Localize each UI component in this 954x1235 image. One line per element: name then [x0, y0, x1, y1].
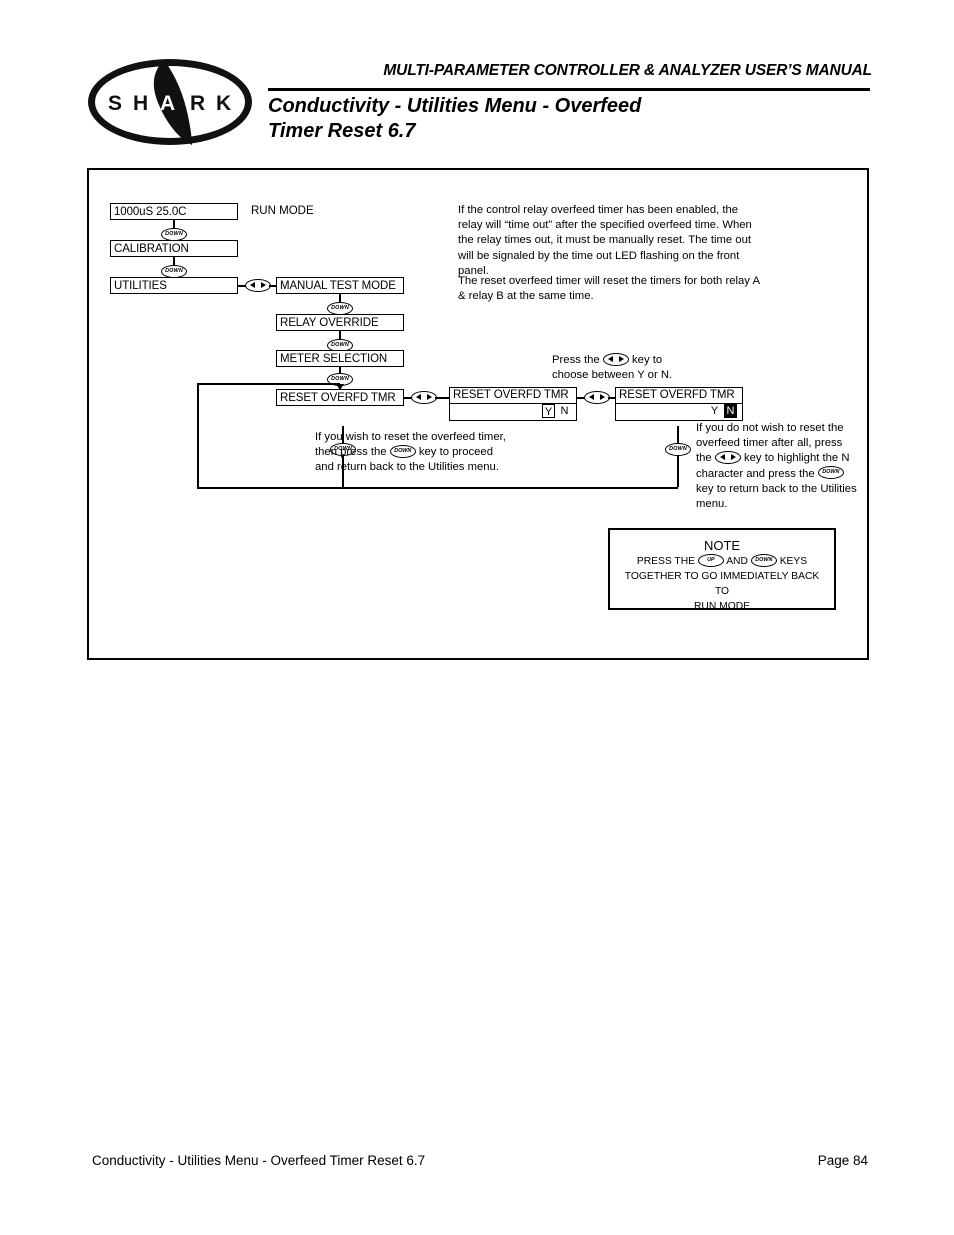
menu-box-calibration: CALIBRATION: [110, 240, 238, 257]
left-instruction-line1: If you wish to reset the overfeed timer,: [315, 431, 506, 443]
description-paragraph-1: If the control relay overfeed timer has …: [458, 204, 752, 277]
return-path-top-horizontal: [197, 383, 340, 385]
connector-lcd-right-down: [677, 426, 679, 487]
lcd-right-title: RESET OVERFD TMR: [616, 388, 742, 404]
page-title-line1: Conductivity - Utilities Menu - Overfeed: [268, 95, 642, 117]
menu-box-meter-selection: METER SELECTION: [276, 350, 404, 367]
right-instruction-line3-after: key to highlight the N: [744, 452, 850, 465]
logo-letter-h: H: [133, 92, 148, 115]
right-instruction-line2: overfeed timer after all, press: [696, 437, 843, 450]
left-instruction-line3: and return back to the Utilities menu.: [315, 461, 499, 474]
right-instruction-line4-before: character and press the: [696, 467, 815, 480]
up-key-icon-inline: UP: [697, 553, 724, 567]
logo-letter-r: R: [190, 92, 205, 115]
press-key-note-before: Press the: [552, 354, 600, 366]
down-key-icon-7: DOWN: [665, 443, 691, 456]
description-paragraph-2: The reset overfeed timer will reset the …: [458, 275, 760, 303]
left-instruction-line2-after: key to proceed: [418, 446, 493, 459]
right-instruction-line5: key to return back to the Utilities: [696, 482, 857, 495]
down-key-icon-inline-3: DOWN: [750, 553, 777, 567]
down-key-icon-inline-1: DOWN: [389, 444, 416, 458]
right-instruction-line3-before: the: [696, 452, 712, 465]
right-instruction: If you do not wish to reset the overfeed…: [696, 421, 862, 512]
note-line2: TOGETHER TO GO IMMEDIATELY BACK TO: [624, 571, 820, 597]
note-body: PRESS THE UP AND DOWN KEYS TOGETHER TO G…: [610, 553, 834, 614]
left-right-key-icon-inline-2: [714, 450, 741, 464]
manual-title: MULTI-PARAMETER CONTROLLER & ANALYZER US…: [383, 62, 872, 79]
left-right-key-icon-3: [584, 391, 610, 404]
logo-letter-s: S: [108, 92, 122, 115]
menu-box-manual-test-mode: MANUAL TEST MODE: [276, 277, 404, 294]
menu-box-relay-override: RELAY OVERRIDE: [276, 314, 404, 331]
note-line1-c: KEYS: [779, 556, 808, 567]
page-title: Conductivity - Utilities Menu - Overfeed…: [268, 94, 788, 144]
run-mode-label: RUN MODE: [251, 205, 314, 217]
connector-lcd-left-in: [435, 397, 449, 399]
return-path-left-vertical: [197, 383, 199, 488]
footer-page-number: Page 84: [817, 1153, 868, 1168]
right-instruction-line6: menu.: [696, 498, 728, 511]
logo-letter-k: K: [216, 92, 231, 115]
lcd-right-options: Y N: [616, 404, 742, 419]
return-path-bottom-horizontal: [197, 487, 678, 489]
lcd-right-option-n[interactable]: N: [724, 404, 737, 418]
lcd-left-option-y[interactable]: Y: [542, 404, 555, 418]
lcd-left-title: RESET OVERFD TMR: [450, 388, 576, 404]
note-title: NOTE: [703, 538, 741, 553]
footer-title: Conductivity - Utilities Menu - Overfeed…: [92, 1153, 426, 1168]
left-right-key-icon-1: [245, 279, 271, 292]
left-instruction: If you wish to reset the overfeed timer,…: [315, 430, 530, 476]
menu-box-run-display: 1000uS 25.0C: [110, 203, 238, 220]
down-key-icon-inline-2: DOWN: [817, 466, 844, 480]
note-line1-b: AND: [726, 556, 748, 567]
press-key-note-after: key to: [632, 354, 663, 366]
menu-box-utilities: UTILITIES: [110, 277, 238, 294]
shark-logo: S H A R K A H: [86, 56, 254, 148]
left-instruction-line2-before: then press the: [315, 446, 387, 459]
lcd-screen-right: RESET OVERFD TMR Y N: [615, 387, 743, 421]
lcd-screen-left: RESET OVERFD TMR Y N: [449, 387, 577, 421]
left-right-key-icon-2: [411, 391, 437, 404]
right-instruction-line1: If you do not wish to reset the: [696, 422, 844, 434]
lcd-left-options: Y N: [450, 404, 576, 419]
lcd-left-option-n[interactable]: N: [558, 404, 571, 418]
note-box: NOTE PRESS THE UP AND DOWN KEYS TOGETHER…: [608, 528, 836, 612]
left-right-key-icon-inline-1: [602, 352, 629, 366]
press-key-note: Press the key to choose between Y or N.: [552, 352, 732, 383]
page-title-line2: Timer Reset 6.7: [268, 120, 416, 142]
lcd-right-option-y[interactable]: Y: [708, 404, 721, 418]
header-divider: [268, 88, 870, 91]
svg-text:A: A: [160, 92, 175, 115]
press-key-note-line2: choose between Y or N.: [552, 369, 673, 382]
note-line1-a: PRESS THE: [636, 556, 696, 567]
note-line3: RUN MODE: [693, 601, 751, 612]
menu-box-reset-overfd-tmr: RESET OVERFD TMR: [276, 389, 404, 406]
